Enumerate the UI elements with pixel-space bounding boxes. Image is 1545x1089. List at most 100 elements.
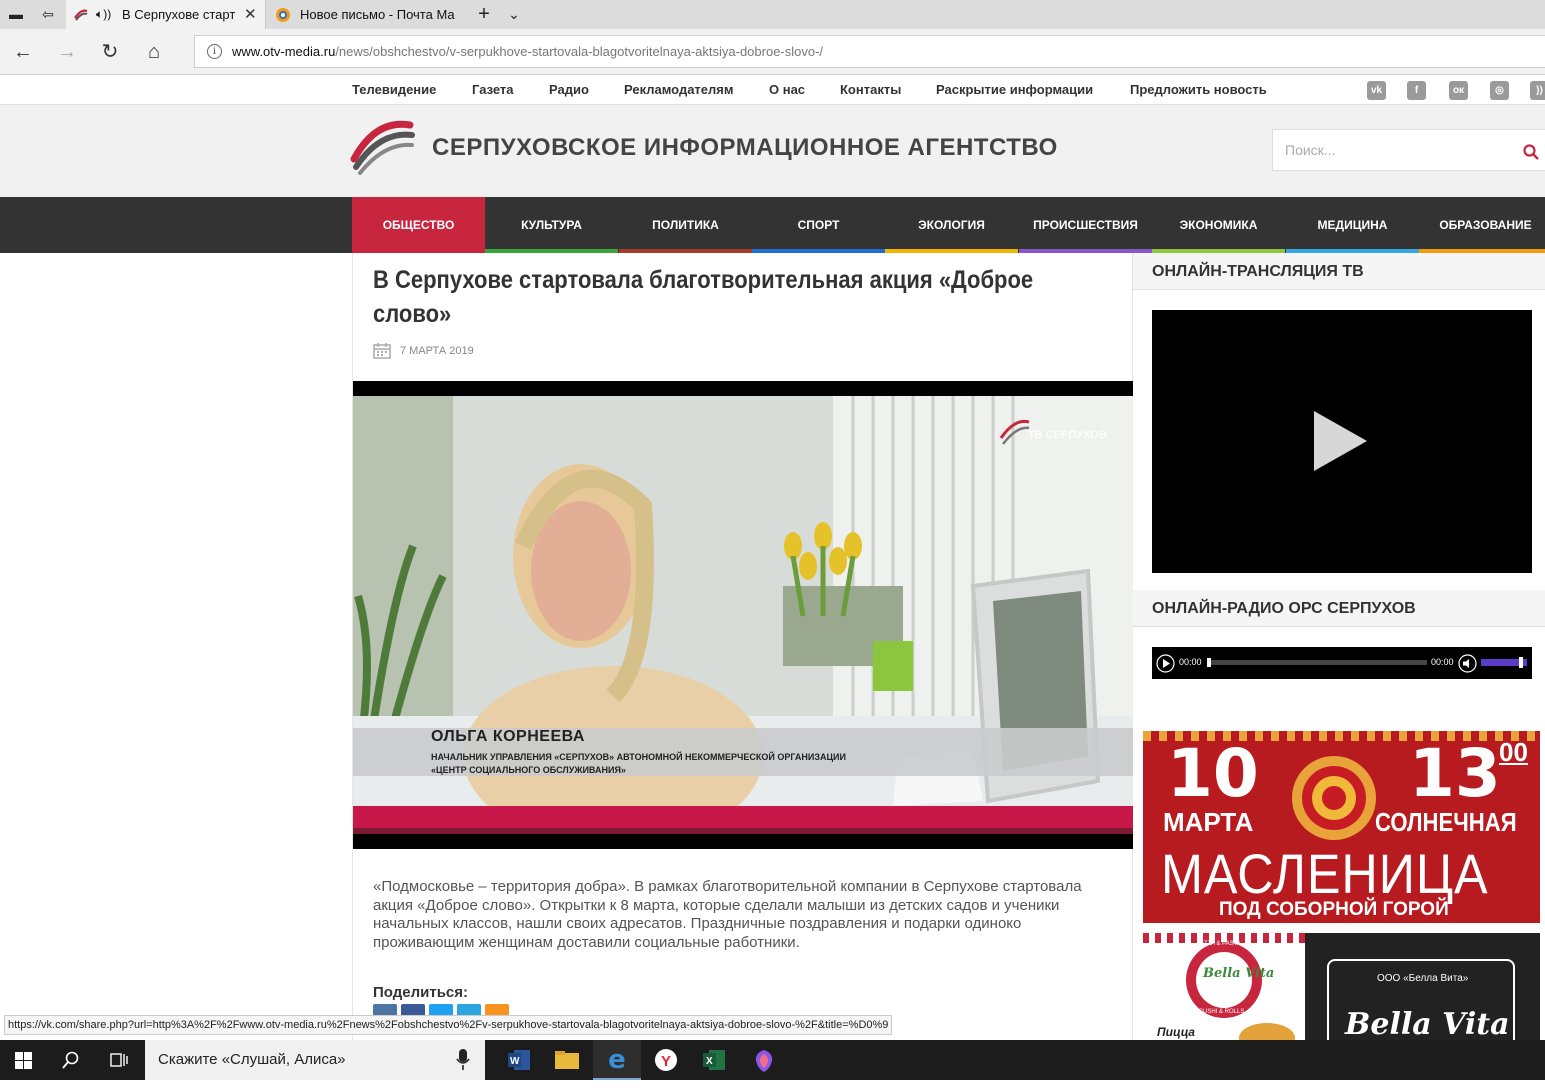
- category-incidents[interactable]: ПРОИСШЕСТВИЯ: [1019, 197, 1152, 253]
- task-view-icon[interactable]: [110, 1052, 128, 1068]
- menu-item-radio[interactable]: Радио: [549, 82, 589, 97]
- menu-item-disclosure[interactable]: Раскрытие информации: [936, 82, 1093, 97]
- radio-time-elapsed: 00:00: [1179, 657, 1202, 667]
- radio-progress-handle[interactable]: [1207, 658, 1211, 667]
- category-politics[interactable]: ПОЛИТИКА: [619, 197, 752, 253]
- article-title: В Серпухове стартовала благотворительная…: [373, 266, 1034, 328]
- tab-mail[interactable]: Новое письмо - Почта Ма: [265, 0, 468, 29]
- volume-handle[interactable]: [1519, 657, 1523, 668]
- forward-arrow-icon[interactable]: →: [52, 37, 82, 67]
- top-menu: Телевидение Газета Радио Рекламодателям …: [0, 76, 1545, 105]
- video-player[interactable]: ТВ СЕРПУХОВ ОЛЬГА КОРНЕЕВА НАЧАЛЬНИК УПР…: [353, 381, 1134, 849]
- volume-icon[interactable]: [1458, 654, 1477, 673]
- windows-start-icon[interactable]: [15, 1052, 32, 1069]
- link-status-bar: https://vk.com/share.php?url=http%3A%2F%…: [4, 1015, 893, 1035]
- word-app-icon[interactable]: W: [495, 1040, 543, 1080]
- category-label: ОБЩЕСТВО: [382, 218, 455, 232]
- search-input[interactable]: Поиск...: [1285, 142, 1335, 158]
- address-bar[interactable]: i www.otv-media.ru/news/obshchestvo/v-se…: [194, 35, 1545, 68]
- category-label: ЭКОНОМИКА: [1179, 218, 1258, 232]
- video-lower-stripe: [353, 828, 1134, 834]
- alice-assistant-icon[interactable]: [740, 1040, 788, 1080]
- site-logo-icon[interactable]: [350, 115, 416, 177]
- article-date: 7 МАРТА 2019: [400, 345, 474, 357]
- radio-player[interactable]: 00:00 00:00: [1152, 647, 1532, 679]
- menu-item-advertisers[interactable]: Рекламодателям: [624, 82, 733, 97]
- menu-item-suggest-news[interactable]: Предложить новость: [1130, 82, 1267, 97]
- refresh-icon[interactable]: ↻: [95, 37, 125, 67]
- video-lower-bar: [353, 806, 1134, 828]
- category-label: КУЛЬТУРА: [521, 218, 582, 232]
- search-box[interactable]: Поиск...: [1272, 129, 1545, 171]
- video-watermark: ТВ СЕРПУХОВ: [1028, 429, 1107, 441]
- site-header: СЕРПУХОВСКОЕ ИНФОРМАЦИОННОЕ АГЕНТСТВО По…: [0, 105, 1545, 197]
- tab-actions-icon[interactable]: ▬: [6, 5, 26, 23]
- voice-assistant-searchbox[interactable]: Скажите «Слушай, Алиса»: [145, 1040, 485, 1080]
- menu-item-contacts[interactable]: Контакты: [840, 82, 901, 97]
- category-economy[interactable]: ЭКОНОМИКА: [1152, 197, 1285, 253]
- back-arrow-icon[interactable]: ←: [8, 37, 38, 67]
- site-title[interactable]: СЕРПУХОВСКОЕ ИНФОРМАЦИОННОЕ АГЕНТСТВО: [432, 134, 1058, 162]
- svg-text:Y: Y: [661, 1053, 671, 1070]
- odnoklassniki-icon[interactable]: ок: [1449, 81, 1468, 100]
- ad-title: МАСЛЕНИЦА: [1161, 842, 1489, 905]
- category-education[interactable]: ОБРАЗОВАНИЕ: [1419, 197, 1545, 253]
- category-society[interactable]: ОБЩЕСТВО: [352, 197, 485, 253]
- menu-item-tv[interactable]: Телевидение: [352, 82, 436, 97]
- radio-progress-track[interactable]: [1207, 660, 1427, 665]
- new-tab-icon[interactable]: +: [474, 4, 494, 24]
- sidebar: ОНЛАЙН-ТРАНСЛЯЦИЯ ТВ ОНЛАЙН-РАДИО ОРС СЕ…: [1133, 253, 1545, 1040]
- windows-taskbar: Скажите «Слушай, Алиса» W e Y X: [0, 1040, 1545, 1080]
- address-url[interactable]: www.otv-media.ru/news/obshchestvo/v-serp…: [232, 44, 823, 59]
- category-nav: ОБЩЕСТВО КУЛЬТУРА ПОЛИТИКА СПОРТ ЭКОЛОГИ…: [0, 197, 1545, 253]
- ad-time-minutes: 00: [1499, 737, 1528, 767]
- tab-audio-icon[interactable]: 🔈︎)): [96, 0, 111, 29]
- article: В Серпухове стартовала благотворительная…: [352, 253, 1134, 1040]
- tab-list-chevron-icon[interactable]: ⌄: [504, 5, 524, 23]
- bella-vita-ad-banner[interactable]: PIZZA & PASTA Bella Vita SUSHI & ROLLS П…: [1143, 933, 1540, 1040]
- url-path: /news/obshchestvo/v-serpukhove-startoval…: [335, 44, 824, 59]
- category-sport[interactable]: СПОРТ: [752, 197, 885, 253]
- category-ecology[interactable]: ЭКОЛОГИЯ: [885, 197, 1018, 253]
- share-label: Поделиться:: [373, 984, 469, 1001]
- category-medicine[interactable]: МЕДИЦИНА: [1286, 197, 1419, 253]
- tab-serpukhov-news[interactable]: 🔈︎)) В Серпухове старт ✕: [66, 0, 265, 29]
- yandex-browser-icon[interactable]: Y: [642, 1040, 690, 1080]
- home-icon[interactable]: ⌂: [139, 37, 169, 67]
- logo-top-text: PIZZA & PASTA: [1198, 941, 1241, 947]
- excel-app-icon[interactable]: X: [690, 1040, 738, 1080]
- menu-item-about[interactable]: О нас: [769, 82, 805, 97]
- browser-tab-bar: ▬ ⇦ 🔈︎)) В Серпухове старт ✕ Новое письм…: [0, 0, 1545, 29]
- rss-icon[interactable]: )): [1530, 81, 1545, 100]
- logo-brand-text: Bella Vita: [1203, 966, 1275, 981]
- file-explorer-icon[interactable]: [543, 1040, 591, 1080]
- mail-favicon-icon: [276, 8, 290, 22]
- logo-bottom-text: SUSHI & ROLLS: [1199, 1009, 1245, 1015]
- svg-text:X: X: [706, 1056, 713, 1067]
- category-label: СПОРТ: [797, 218, 840, 232]
- radio-heading: ОНЛАЙН-РАДИО ОРС СЕРПУХОВ: [1133, 590, 1545, 627]
- microphone-icon[interactable]: [456, 1049, 470, 1071]
- caption-line1: НАЧАЛЬНИК УПРАВЛЕНИЯ «СЕРПУХОВ» АВТОНОМН…: [431, 752, 846, 762]
- search-icon[interactable]: [62, 1051, 80, 1069]
- video-frame[interactable]: ТВ СЕРПУХОВ ОЛЬГА КОРНЕЕВА НАЧАЛЬНИК УПР…: [353, 396, 1134, 806]
- svg-text:W: W: [510, 1056, 520, 1067]
- tv-player[interactable]: [1152, 310, 1532, 573]
- search-icon[interactable]: [1523, 144, 1539, 160]
- maslenitsa-ad-banner[interactable]: 10 МАРТА 13 00 СОЛНЕЧНАЯ МАСЛЕНИЦА ПОД С…: [1143, 731, 1540, 923]
- menu-item-newspaper[interactable]: Газета: [472, 82, 514, 97]
- radio-time-total: 00:00: [1431, 657, 1454, 667]
- web-page: Телевидение Газета Радио Рекламодателям …: [0, 76, 1545, 1040]
- play-icon[interactable]: [1312, 409, 1369, 473]
- facebook-icon[interactable]: f: [1407, 81, 1426, 100]
- category-culture[interactable]: КУЛЬТУРА: [485, 197, 618, 253]
- tab-close-icon[interactable]: ✕: [244, 0, 257, 29]
- instagram-icon[interactable]: ◎: [1490, 81, 1509, 100]
- ad-subtitle: ПОД СОБОРНОЙ ГОРОЙ: [1219, 899, 1449, 920]
- category-label: ОБРАЗОВАНИЕ: [1439, 218, 1532, 232]
- vk-icon[interactable]: vk: [1367, 81, 1386, 100]
- radio-play-icon[interactable]: [1156, 654, 1175, 673]
- edge-browser-icon[interactable]: e: [593, 1040, 641, 1080]
- info-icon[interactable]: i: [207, 44, 222, 59]
- set-aside-tabs-icon[interactable]: ⇦: [38, 5, 58, 23]
